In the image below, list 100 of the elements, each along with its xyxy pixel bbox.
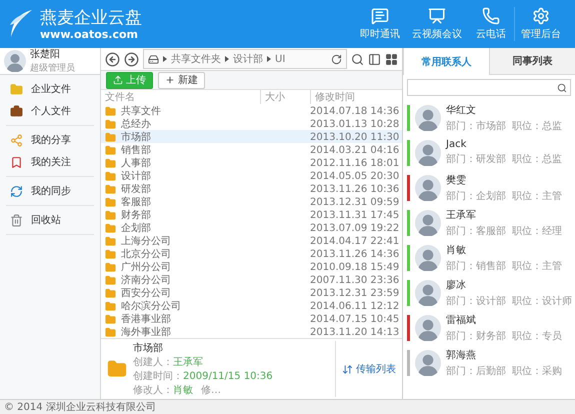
file-row[interactable]: 销售部 2014.03.21 04:16 xyxy=(101,143,402,156)
modified-time: 2013.11.20 14:13 xyxy=(310,326,400,338)
detail-name: 市场部 xyxy=(133,342,164,355)
contact-item[interactable]: 樊雯 部门：企划部 职位：主管 xyxy=(407,170,575,205)
avatar-icon xyxy=(415,280,441,306)
file-row[interactable]: 广州分公司 2010.09.18 15:49 xyxy=(101,260,402,273)
contact-item[interactable]: 华红文 部门：市场部 职位：总监 xyxy=(407,100,575,135)
search-field[interactable] xyxy=(407,79,571,96)
file-name: 西安分公司 xyxy=(105,286,310,300)
file-name: 企划部 xyxy=(105,221,310,235)
sidebar-item[interactable]: 企业文件 xyxy=(6,78,94,100)
contact-item[interactable]: 肖敏 部门：销售部 职位：主管 xyxy=(407,240,575,275)
file-row[interactable]: 共享文件 2014.07.18 14:36 xyxy=(101,104,402,117)
file-row[interactable]: 人事部 2012.11.16 18:01 xyxy=(101,156,402,169)
folder-icon xyxy=(105,300,116,312)
upload-icon xyxy=(113,75,123,86)
contact-department: 部门：设计部 xyxy=(446,294,506,308)
contacts-tab[interactable]: 同事列表 xyxy=(489,48,575,74)
contact-position: 职位：总监 xyxy=(512,152,562,166)
file-row[interactable]: 研发部 2013.11.26 10:36 xyxy=(101,182,402,195)
contact-name: 肖敏 xyxy=(446,244,467,256)
user-card[interactable]: 张楚阳 超级管理员 xyxy=(0,48,100,75)
contact-item[interactable]: 郭海燕 部门：后勤部 职位：采购 xyxy=(407,345,575,380)
sidebar-item[interactable]: 个人文件 xyxy=(6,100,94,122)
refresh-icon[interactable] xyxy=(331,54,342,65)
contact-department: 部门：后勤部 xyxy=(446,364,506,378)
arrow-icon xyxy=(267,56,271,62)
file-name: 广州分公司 xyxy=(105,260,310,274)
contact-position: 职位：主管 xyxy=(512,190,562,202)
avatar-icon xyxy=(415,350,441,376)
leaf-logo-icon xyxy=(8,9,34,39)
panel-view-button[interactable] xyxy=(368,52,381,66)
folder-icon xyxy=(105,262,116,272)
file-name: 共享文件 xyxy=(105,104,310,118)
contact-name: Jack xyxy=(446,139,468,150)
sidebar-item[interactable]: 回收站 xyxy=(6,209,94,231)
avatar-icon xyxy=(415,314,441,340)
modified-time: 2014.03.21 04:16 xyxy=(310,144,400,156)
transfer-list-link[interactable]: 传输列表 xyxy=(335,341,396,397)
search-button[interactable] xyxy=(351,52,364,66)
copyright-text: © 2014 深圳企业云科技有限公司 xyxy=(4,400,156,414)
contact-item[interactable]: 廖冰 部门：设计部 职位：设计师 xyxy=(407,275,575,310)
file-row[interactable]: 企划部 2013.07.09 19:22 xyxy=(101,221,402,234)
sidebar-item[interactable]: 我的同步 xyxy=(6,180,94,202)
new-button[interactable]: 新建 xyxy=(158,72,205,89)
bookmark-icon xyxy=(10,156,23,168)
folder-icon xyxy=(105,236,116,246)
file-row[interactable]: 哈尔滨分公司 2014.06.11 12:12 xyxy=(101,299,402,312)
folder-icon xyxy=(105,184,116,194)
breadcrumb-link[interactable]: 共享文件夹 xyxy=(171,52,221,66)
file-row[interactable]: 总经办 2013.01.13 10:28 xyxy=(101,117,402,130)
contact-position: 职位：总监 xyxy=(512,120,562,132)
sidebar-item[interactable]: 我的分享 xyxy=(6,129,94,151)
detail-field: 创建人：王承军 xyxy=(133,355,203,369)
detail-field: 修… xyxy=(201,383,221,397)
file-name: 济南分公司 xyxy=(105,273,310,287)
file-row[interactable]: 财务部 2013.11.31 17:45 xyxy=(101,208,402,221)
header-action-button[interactable]: 即时通讯 xyxy=(354,7,406,41)
file-row[interactable]: 上海分公司 2014.04.17 22:41 xyxy=(101,234,402,247)
forward-button[interactable] xyxy=(124,52,139,67)
header-action-button[interactable]: 云视频会议 xyxy=(406,7,468,41)
folder-icon xyxy=(10,82,23,96)
file-name: 市场部 xyxy=(105,130,310,144)
folder-icon xyxy=(105,196,116,208)
modified-time: 2007.11.30 23:36 xyxy=(310,274,400,286)
contact-item[interactable]: Jack 部门：研发部 职位：总监 xyxy=(407,135,575,170)
file-row[interactable]: 客服部 2013.12.31 09:59 xyxy=(101,195,402,208)
modified-time: 2013.01.13 10:28 xyxy=(310,118,400,130)
breadcrumb-link[interactable]: UI xyxy=(275,54,286,65)
file-row[interactable]: 市场部 2013.10.20 11:30 xyxy=(101,130,402,143)
contact-item[interactable]: 雷福斌 部门：财务部 职位：专员 xyxy=(407,310,575,345)
file-row[interactable]: 济南分公司 2007.11.30 23:36 xyxy=(101,273,402,286)
folder-icon xyxy=(105,288,116,298)
trash-icon xyxy=(10,214,23,226)
contacts-tab[interactable]: 常用联系人 xyxy=(403,48,489,75)
file-row[interactable]: 设计部 2014.05.05 20:30 xyxy=(101,169,402,182)
modified-time: 2013.11.31 17:45 xyxy=(310,210,400,220)
contact-item[interactable]: 王承军 部门：客服部 职位：经理 xyxy=(407,205,575,240)
file-name: 总经办 xyxy=(105,117,310,131)
modified-time: 2014.07.18 14:36 xyxy=(310,106,400,116)
file-row[interactable]: 海外事业部 2013.11.20 14:13 xyxy=(101,325,402,338)
back-button[interactable] xyxy=(105,52,120,67)
breadcrumb-link[interactable]: 设计部 xyxy=(233,52,263,66)
contact-department: 部门：研发部 xyxy=(446,152,506,166)
header-action-button[interactable]: 云电话 xyxy=(468,7,514,41)
folder-icon xyxy=(105,210,116,220)
file-row[interactable]: 西安分公司 2013.12.31 23:59 xyxy=(101,286,402,299)
contact-department: 部门：企划部 xyxy=(446,190,506,202)
sidebar-item[interactable]: 我的关注 xyxy=(6,151,94,173)
file-name: 香港事业部 xyxy=(105,312,310,326)
arrow-icon xyxy=(163,56,167,62)
avatar-icon xyxy=(4,50,26,72)
file-row[interactable]: 北京分公司 2013.11.26 14:36 xyxy=(101,247,402,260)
file-name: 设计部 xyxy=(105,169,310,183)
file-row[interactable]: 香港事业部 2014.07.15 10:45 xyxy=(101,312,402,325)
modified-time: 2014.05.05 20:30 xyxy=(310,170,400,182)
header-action-button[interactable]: 管理后台 xyxy=(514,7,567,41)
grid-view-button[interactable] xyxy=(385,52,398,66)
folder-icon xyxy=(107,359,127,379)
modified-time: 2013.12.31 09:59 xyxy=(310,196,400,208)
